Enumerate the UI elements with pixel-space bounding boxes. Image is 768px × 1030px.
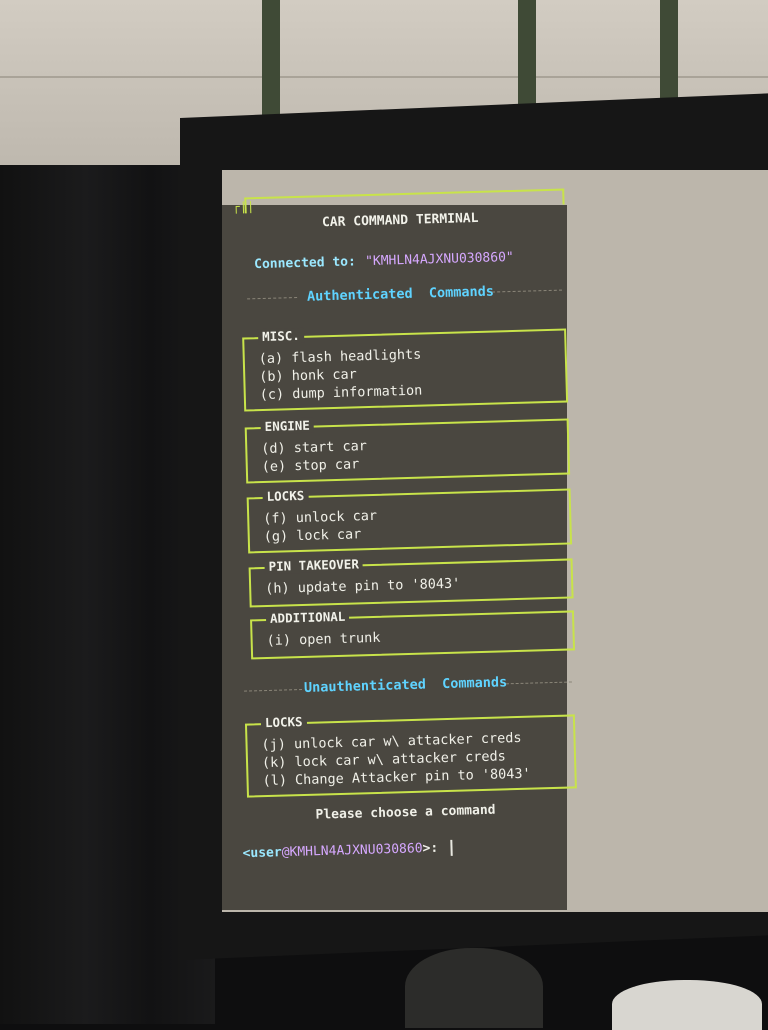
audience-cap <box>612 980 762 1030</box>
prompt-host: @KMHLN4AJXNU030860 <box>281 841 423 861</box>
command-flash-headlights[interactable]: (a) flash headlights <box>259 347 422 368</box>
section-locks: LOCKS (f) unlock car (g) lock car <box>246 487 573 554</box>
section-title: LOCKS <box>260 713 307 731</box>
separator <box>244 689 303 692</box>
command-open-trunk[interactable]: (i) open trunk <box>266 630 380 649</box>
section-unauth-locks: LOCKS (j) unlock car w\ attacker creds (… <box>244 713 577 798</box>
ceiling-seam <box>0 76 768 78</box>
corner-bars-icon: ┌|| <box>232 199 255 214</box>
prompt-suffix: >: <box>422 840 447 857</box>
command-honk-car[interactable]: (b) honk car <box>259 366 357 385</box>
terminal-title: CAR COMMAND TERMINAL <box>321 210 479 231</box>
command-lock-car[interactable]: (g) lock car <box>264 526 362 545</box>
section-title: ADDITIONAL <box>265 608 350 626</box>
separator <box>505 681 572 685</box>
section-title: ENGINE <box>260 417 315 435</box>
title-border <box>244 188 565 214</box>
authenticated-header: Authenticated Commands <box>306 283 495 305</box>
terminal-content: ┌|| CAR COMMAND TERMINAL Connected to: "… <box>224 178 593 868</box>
section-title: LOCKS <box>262 487 309 505</box>
command-stop-car[interactable]: (e) stop car <box>262 456 360 475</box>
separator <box>491 289 562 293</box>
section-title: PIN TAKEOVER <box>264 556 364 575</box>
unauthenticated-header: Unauthenticated Commands <box>303 674 508 696</box>
section-engine: ENGINE (d) start car (e) stop car <box>244 417 571 484</box>
text-cursor <box>449 839 453 856</box>
section-misc: MISC. (a) flash headlights (b) honk car … <box>242 327 569 412</box>
command-start-car[interactable]: (d) start car <box>261 438 367 457</box>
connected-label: Connected to: <box>253 254 364 273</box>
command-prompt[interactable]: <user@KMHLN4AJXNU030860>: <box>242 839 453 862</box>
command-unlock-car[interactable]: (f) unlock car <box>263 508 377 527</box>
section-title: MISC. <box>257 327 304 345</box>
command-update-pin[interactable]: (h) update pin to '8043' <box>265 576 460 597</box>
section-additional: ADDITIONAL (i) open trunk <box>250 608 576 660</box>
choose-command-text: Please choose a command <box>315 802 496 823</box>
command-dump-information[interactable]: (c) dump information <box>260 383 423 404</box>
prompt-user: <user <box>242 845 282 862</box>
audience-head <box>405 948 543 1028</box>
section-pin-takeover: PIN TAKEOVER (h) update pin to '8043' <box>248 556 574 608</box>
separator <box>247 297 298 300</box>
connected-vin: "KMHLN4AJXNU030860" <box>364 249 514 270</box>
